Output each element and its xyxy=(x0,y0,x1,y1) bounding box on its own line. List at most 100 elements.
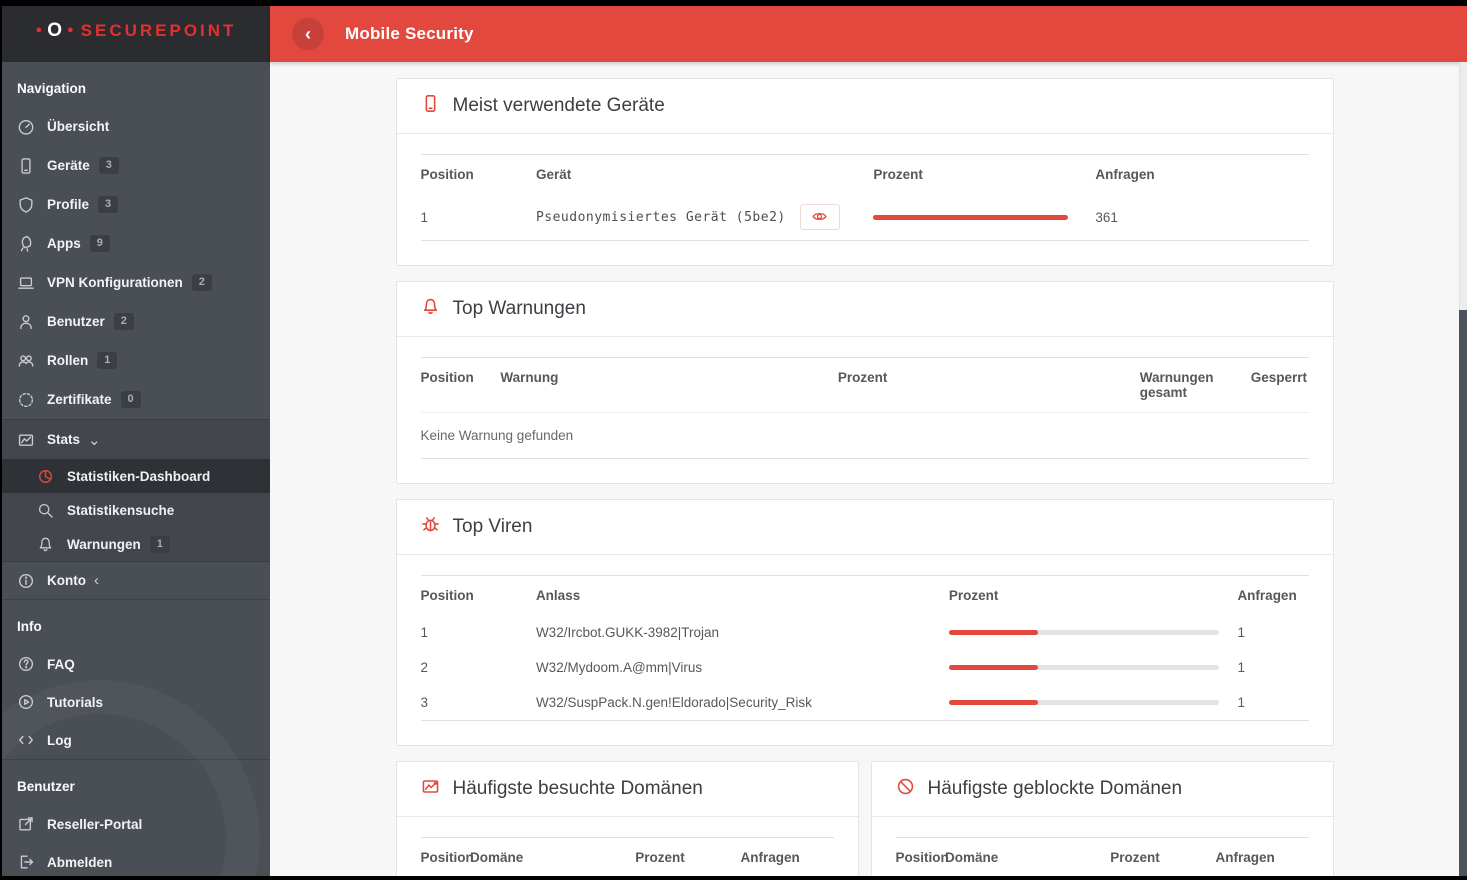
sidebar-item-geraete[interactable]: Geräte 3 xyxy=(0,146,270,185)
device-name: Pseudonymisiertes Gerät (5be2) xyxy=(535,209,786,225)
bell-icon xyxy=(421,297,440,321)
sidebar-item-apps[interactable]: Apps 9 xyxy=(0,224,270,263)
warnings-table: Position Warnung Prozent Warnungen gesam… xyxy=(420,357,1309,459)
page-title: Mobile Security xyxy=(345,24,474,43)
main-area: ‹ Mobile Security Meist verwendete Gerät… xyxy=(270,0,1467,880)
column-header: Warnungen gesamt xyxy=(1139,370,1214,400)
table-row: 3 W32/SuspPack.N.gen!Eldorado|Security_R… xyxy=(421,685,1309,721)
card-title: Häufigste geblockte Domänen xyxy=(927,778,1183,799)
count-badge: 3 xyxy=(98,196,119,213)
rocket-icon xyxy=(17,235,35,253)
count-badge: 0 xyxy=(120,391,141,408)
column-header: Anfragen xyxy=(1237,588,1297,603)
sidebar-item-statistikensuche[interactable]: Statistikensuche xyxy=(0,493,270,527)
column-header: Prozent xyxy=(1110,850,1160,865)
sidebar-item-statistiken-dashboard[interactable]: Statistiken-Dashboard xyxy=(0,459,270,493)
column-header: Anfragen xyxy=(1215,850,1275,865)
sidebar-item-label: Statistiken-Dashboard xyxy=(67,468,211,484)
eye-icon xyxy=(812,210,827,225)
logo-text: SECUREPOINT xyxy=(80,21,237,40)
count-badge: 2 xyxy=(191,274,212,291)
column-header: Prozent xyxy=(873,167,923,182)
back-button[interactable]: ‹ xyxy=(292,18,324,50)
column-header: Anfragen xyxy=(740,850,800,865)
sidebar-item-zertifikate[interactable]: Zertifikate 0 xyxy=(0,380,270,419)
column-header: Domäne xyxy=(470,850,524,865)
sidebar-item-faq[interactable]: FAQ xyxy=(0,645,270,683)
card-title: Häufigste besuchte Domänen xyxy=(452,778,703,799)
position-cell: 1 xyxy=(420,209,429,225)
logo-band: ● O ● SECUREPOINT xyxy=(0,0,270,62)
sidebar: ● O ● SECUREPOINT Navigation Übersicht Gerä… xyxy=(0,0,270,880)
sidebar-item-vpn-konfigurationen[interactable]: VPN Konfigurationen 2 xyxy=(0,263,270,302)
percent-bar xyxy=(948,630,1220,635)
sidebar-item-label: Konto xyxy=(47,573,86,588)
sidebar-item-label: Apps xyxy=(47,236,81,251)
laptop-icon xyxy=(17,274,35,292)
card-title: Meist verwendete Geräte xyxy=(452,95,665,116)
card-top-warnings: Top Warnungen Position Warnung Prozent W… xyxy=(395,281,1334,484)
virus-name: W32/Mydoom.A@mm|Virus xyxy=(535,660,703,675)
sidebar-item-uebersicht[interactable]: Übersicht xyxy=(0,107,270,146)
card-most-blocked-domains: Häufigste geblockte Domänen Position Dom… xyxy=(870,761,1334,880)
column-header: Gerät xyxy=(535,167,572,182)
column-header: Prozent xyxy=(837,370,888,385)
sidebar-item-label: FAQ xyxy=(47,656,75,672)
card-most-visited-domains: Häufigste besuchte Domänen Position Domä… xyxy=(395,761,859,880)
column-header: Prozent xyxy=(635,850,685,865)
blocked-icon xyxy=(896,777,915,801)
sidebar-item-benutzer[interactable]: Benutzer 2 xyxy=(0,302,270,341)
info-circle-icon xyxy=(17,572,35,590)
info-section-label: Info xyxy=(17,619,42,634)
question-circle-icon xyxy=(17,655,35,673)
count-badge: 2 xyxy=(113,313,134,330)
sidebar-item-stats[interactable]: Stats ⌄ xyxy=(0,420,270,459)
sidebar-item-label: Übersicht xyxy=(47,119,110,134)
line-chart-icon xyxy=(421,777,440,801)
requests-cell: 1 xyxy=(1237,695,1245,710)
blocked-domains-table: Position Domäne Prozent Anfragen 1 xyxy=(895,837,1309,880)
column-header: Prozent xyxy=(948,588,999,603)
column-header: Position xyxy=(420,588,474,603)
count-badge: 1 xyxy=(149,535,170,553)
search-icon xyxy=(37,502,54,519)
sidebar-item-label: Rollen xyxy=(47,353,89,368)
logo-dot-icon: ● xyxy=(35,24,46,36)
count-badge: 3 xyxy=(98,157,119,174)
nav-section-label: Navigation xyxy=(17,81,87,96)
viruses-table: Position Anlass Prozent Anfragen 1 W32/I… xyxy=(420,575,1309,721)
securepoint-logo: ● O ● SECUREPOINT xyxy=(34,20,237,42)
percent-bar xyxy=(873,214,1069,220)
mobile-security-dashboard: ● O ● SECUREPOINT Navigation Übersicht Gerä… xyxy=(0,0,1467,880)
window-chrome-bottom xyxy=(0,876,1467,880)
chevron-left-icon: ‹ xyxy=(93,572,99,589)
user-icon xyxy=(17,313,35,331)
empty-state-text: Keine Warnung gefunden xyxy=(420,412,1309,459)
window-chrome-top xyxy=(0,0,1467,6)
users-icon xyxy=(17,352,35,370)
view-device-button[interactable] xyxy=(799,204,840,230)
logo-mark: O xyxy=(47,20,65,41)
table-row: 2 W32/Mydoom.A@mm|Virus 1 xyxy=(421,650,1309,685)
stats-group: Stats ⌄ Statistiken-Dashboard Statistike… xyxy=(0,419,270,562)
position-cell: 2 xyxy=(420,660,429,675)
virus-name: W32/SuspPack.N.gen!Eldorado|Security_Ris… xyxy=(535,695,812,710)
percent-bar xyxy=(948,665,1220,670)
bell-icon xyxy=(37,536,54,553)
sidebar-item-warnungen[interactable]: Warnungen 1 xyxy=(0,527,270,561)
sidebar-item-label: VPN Konfigurationen xyxy=(47,275,183,290)
sidebar-item-label: Warnungen xyxy=(67,536,141,552)
table-row: 1 W32/Ircbot.GUKK-3982|Trojan 1 xyxy=(421,615,1309,650)
count-badge: 9 xyxy=(89,235,110,252)
sidebar-item-profile[interactable]: Profile 3 xyxy=(0,185,270,224)
scrollbar-thumb[interactable] xyxy=(1459,310,1467,876)
logo-dot-icon: ● xyxy=(66,24,77,36)
sidebar-item-label: Profile xyxy=(47,197,90,212)
bug-icon xyxy=(421,515,440,539)
sidebar-item-label: Zertifikate xyxy=(47,392,112,407)
sidebar-item-rollen[interactable]: Rollen 1 xyxy=(0,341,270,380)
line-chart-icon xyxy=(17,431,35,449)
sidebar-item-label: Stats xyxy=(47,432,81,447)
devices-table: Position Gerät Prozent Anfragen 1 Pseudo… xyxy=(420,154,1309,241)
sidebar-item-konto[interactable]: Konto ‹ xyxy=(0,562,270,600)
